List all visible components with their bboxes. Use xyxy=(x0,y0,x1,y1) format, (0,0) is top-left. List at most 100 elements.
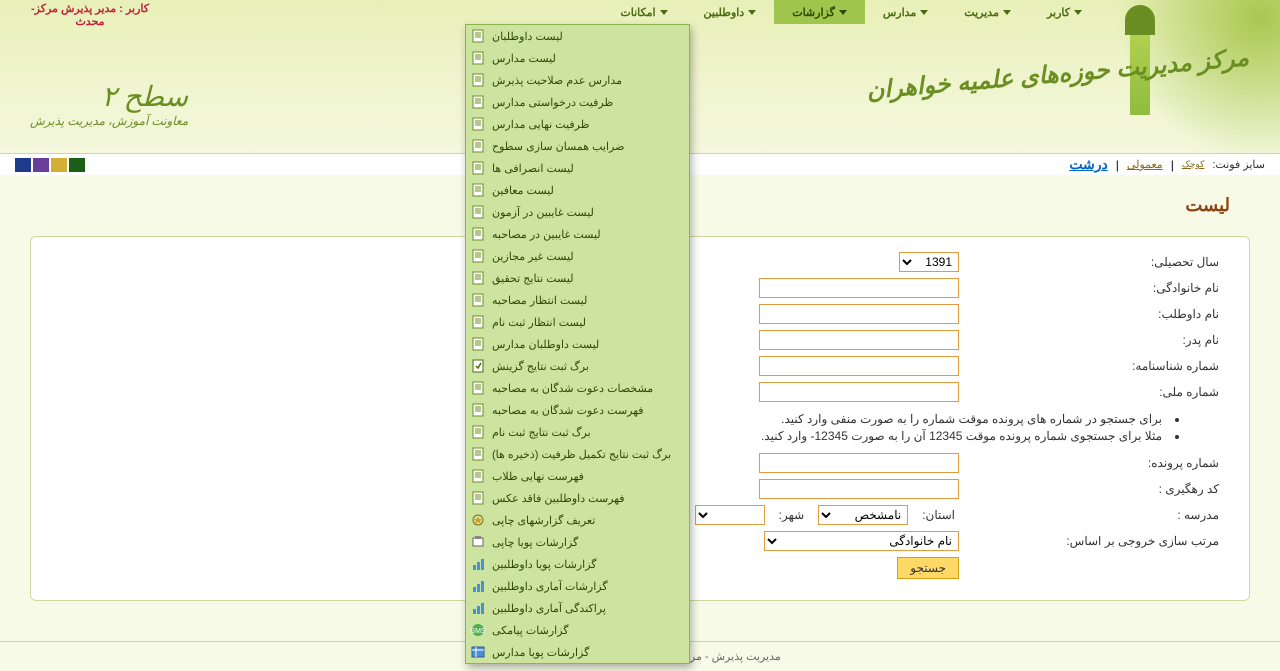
dropdown-item-label: ضرایب همسان سازی سطوح xyxy=(492,140,624,153)
sort-select[interactable]: نام خانوادگی xyxy=(764,531,959,551)
report-icon xyxy=(470,336,486,352)
nav-management[interactable]: مدیریت xyxy=(946,0,1029,24)
province-select[interactable]: نامشخص xyxy=(818,505,908,525)
tracking-input[interactable] xyxy=(759,479,959,499)
report-icon xyxy=(470,446,486,462)
school-label: مدرسه : xyxy=(969,508,1219,522)
year-select[interactable]: 1391 xyxy=(899,252,959,272)
dropdown-item-label: برگ ثبت نتایج تکمیل ظرفیت (ذخیره ها) xyxy=(492,448,671,461)
dropdown-item[interactable]: ظرفیت درخواستی مدارس xyxy=(466,91,689,113)
nationalid-input[interactable] xyxy=(759,382,959,402)
dropdown-item[interactable]: پراکندگی آماری داوطلبین xyxy=(466,597,689,619)
dropdown-item[interactable]: لیست مدارس xyxy=(466,47,689,69)
city-label: شهر: xyxy=(779,508,805,522)
lastname-input[interactable] xyxy=(759,278,959,298)
dropdown-item[interactable]: لیست غایبین در مصاحبه xyxy=(466,223,689,245)
applicant-input[interactable] xyxy=(759,304,959,324)
dropdown-item[interactable]: فهرست نهایی طلاب xyxy=(466,465,689,487)
report-icon xyxy=(470,226,486,242)
nav-options[interactable]: امکانات xyxy=(602,0,685,24)
dropdown-item[interactable]: گزارشات پویا چاپی xyxy=(466,531,689,553)
nav-reports[interactable]: گزارشات xyxy=(774,0,865,24)
fileno-input[interactable] xyxy=(759,453,959,473)
dropdown-item[interactable]: مشخصات دعوت شدگان به مصاحبه xyxy=(466,377,689,399)
father-label: نام پدر: xyxy=(969,333,1219,347)
decor-swirl-right xyxy=(1080,0,1280,175)
report-icon xyxy=(470,578,486,594)
dropdown-item[interactable]: لیست انتظار مصاحبه xyxy=(466,289,689,311)
dropdown-item[interactable]: تعریف گزارشهای چاپی xyxy=(466,509,689,531)
font-normal-link[interactable]: معمولی xyxy=(1127,158,1163,171)
dropdown-item-label: مدارس عدم صلاحیت پذیرش xyxy=(492,74,622,87)
dropdown-item-label: ظرفیت نهایی مدارس xyxy=(492,118,590,131)
dropdown-item-label: گزارشات آماری داوطلبین xyxy=(492,580,608,593)
dropdown-item-label: لیست انصرافی ها xyxy=(492,162,574,175)
dropdown-item[interactable]: ظرفیت نهایی مدارس xyxy=(466,113,689,135)
city-select[interactable] xyxy=(695,505,765,525)
dropdown-item[interactable]: لیست نتایج تحقیق xyxy=(466,267,689,289)
search-button[interactable]: جستجو xyxy=(897,557,959,579)
dropdown-item[interactable]: لیست معافین xyxy=(466,179,689,201)
theme-swatch-green[interactable] xyxy=(69,158,85,172)
top-nav: امکانات داوطلبین گزارشات مدارس مدیریت کا… xyxy=(180,0,1100,24)
chevron-down-icon xyxy=(920,10,928,15)
report-icon xyxy=(470,28,486,44)
chevron-down-icon xyxy=(1003,10,1011,15)
nav-applicants[interactable]: داوطلبین xyxy=(686,0,775,24)
dropdown-item[interactable]: فهرست دعوت شدگان به مصاحبه xyxy=(466,399,689,421)
nav-user[interactable]: کاربر xyxy=(1029,0,1100,24)
report-icon xyxy=(470,72,486,88)
dropdown-item[interactable]: لیست داوطلبان مدارس xyxy=(466,333,689,355)
report-icon xyxy=(470,424,486,440)
report-icon xyxy=(470,358,486,374)
report-icon xyxy=(470,116,486,132)
report-icon xyxy=(470,94,486,110)
font-size-label: سایز فونت: xyxy=(1212,158,1265,171)
dropdown-item[interactable]: برگ ثبت نتایج گزینش xyxy=(466,355,689,377)
svg-text:SMS: SMS xyxy=(471,628,485,635)
theme-swatches xyxy=(15,158,85,172)
dropdown-item[interactable]: لیست غایبین در آزمون xyxy=(466,201,689,223)
nav-schools[interactable]: مدارس xyxy=(865,0,946,24)
dropdown-item[interactable]: لیست انتظار ثبت نام xyxy=(466,311,689,333)
chevron-down-icon xyxy=(1074,10,1082,15)
theme-swatch-purple[interactable] xyxy=(33,158,49,172)
dropdown-item-label: لیست داوطلبان مدارس xyxy=(492,338,599,351)
chevron-down-icon xyxy=(839,10,847,15)
report-icon xyxy=(470,490,486,506)
dropdown-item[interactable]: لیست داوطلبان xyxy=(466,25,689,47)
year-label: سال تحصیلی: xyxy=(969,255,1219,269)
dropdown-item-label: لیست داوطلبان xyxy=(492,30,563,43)
dropdown-item[interactable]: مدارس عدم صلاحیت پذیرش xyxy=(466,69,689,91)
dropdown-item[interactable]: گزارشات پویا داوطلبین xyxy=(466,553,689,575)
dropdown-item-label: لیست مدارس xyxy=(492,52,556,65)
birthcert-input[interactable] xyxy=(759,356,959,376)
theme-swatch-gold[interactable] xyxy=(51,158,67,172)
dropdown-item-label: گزارشات پیامکی xyxy=(492,624,569,637)
dropdown-item[interactable]: ضرایب همسان سازی سطوح xyxy=(466,135,689,157)
dropdown-item-label: لیست غایبین در مصاحبه xyxy=(492,228,601,241)
father-input[interactable] xyxy=(759,330,959,350)
dropdown-item-label: فهرست داوطلبین فاقد عکس xyxy=(492,492,625,505)
dropdown-item-label: گزارشات پویا داوطلبین xyxy=(492,558,597,571)
report-icon xyxy=(470,204,486,220)
report-icon xyxy=(470,402,486,418)
dropdown-item-label: تعریف گزارشهای چاپی xyxy=(492,514,595,527)
report-icon xyxy=(470,380,486,396)
dropdown-item-label: برگ ثبت نتایج گزینش xyxy=(492,360,589,373)
dropdown-item[interactable]: فهرست داوطلبین فاقد عکس xyxy=(466,487,689,509)
font-small-link[interactable]: کوچک xyxy=(1182,159,1205,170)
dropdown-item[interactable]: گزارشات پویا مدارس xyxy=(466,641,689,663)
reports-dropdown: لیست داوطلبان لیست مدارس مدارس عدم صلاحیت … xyxy=(465,24,690,664)
dropdown-item-label: پراکندگی آماری داوطلبین xyxy=(492,602,606,615)
theme-swatch-blue[interactable] xyxy=(15,158,31,172)
dropdown-item[interactable]: لیست غیر مجازین xyxy=(466,245,689,267)
report-icon xyxy=(470,248,486,264)
dropdown-item[interactable]: برگ ثبت نتایج ثبت نام xyxy=(466,421,689,443)
dropdown-item[interactable]: گزارشات آماری داوطلبین xyxy=(466,575,689,597)
font-large-link[interactable]: درشت xyxy=(1069,156,1107,173)
dropdown-item-label: فهرست دعوت شدگان به مصاحبه xyxy=(492,404,644,417)
dropdown-item-label: گزارشات پویا مدارس xyxy=(492,646,589,659)
dropdown-item[interactable]: برگ ثبت نتایج تکمیل ظرفیت (ذخیره ها) xyxy=(466,443,689,465)
dropdown-item[interactable]: لیست انصرافی ها xyxy=(466,157,689,179)
